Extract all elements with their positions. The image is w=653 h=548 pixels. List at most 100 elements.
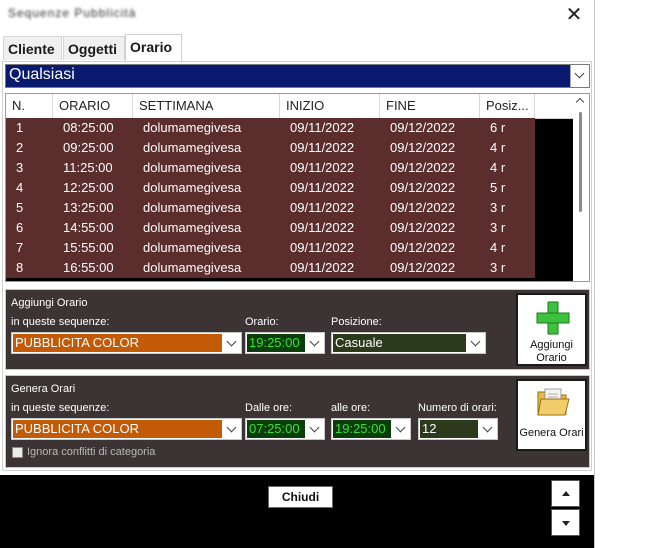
cell-settimana: dolumamegivesa	[143, 160, 242, 175]
cell-inizio: 09/11/2022	[290, 200, 355, 215]
column-header-posizione[interactable]: Posiz...	[480, 94, 535, 118]
cell-settimana: dolumamegivesa	[143, 240, 242, 255]
add-time-button-line2: Orario	[536, 352, 567, 364]
title-bar: Sequenze Pubblicità ✕	[0, 0, 594, 32]
table-row[interactable]: 5 13:25:00 dolumamegivesa 09/11/2022 09/12/2…	[6, 198, 535, 218]
generate-from-combo[interactable]: 07:25:00	[245, 418, 325, 440]
cell-n: 5	[16, 200, 24, 215]
cell-fine: 09/12/2022	[390, 200, 456, 215]
add-position-label: Posizione:	[331, 316, 382, 328]
cell-inizio: 09/11/2022	[290, 120, 355, 135]
cell-orario: 12:25:00	[63, 180, 114, 195]
schedule-table: N. ORARIO SETTIMANA INIZIO FINE Posiz...…	[5, 93, 590, 282]
chevron-down-icon	[309, 422, 320, 433]
generate-group-title: Genera Orari	[11, 383, 76, 395]
scroll-down-button[interactable]	[551, 509, 580, 536]
cell-posizione: 5 r	[490, 180, 506, 195]
scroll-up-button[interactable]	[551, 480, 580, 507]
table-row[interactable]: 1 08:25:00 dolumamegivesa 09/11/2022 09/12/2…	[6, 118, 535, 138]
cell-posizione: 3 r	[490, 220, 506, 235]
cell-fine: 09/12/2022	[390, 240, 456, 255]
cell-inizio: 09/11/2022	[290, 260, 355, 275]
generate-from-value: 07:25:00	[247, 420, 305, 438]
add-time-button-line1: Aggiungi	[530, 339, 573, 351]
cell-n: 3	[16, 160, 24, 175]
table-scrollbar[interactable]	[573, 94, 589, 281]
generate-from-dropdown[interactable]	[306, 419, 324, 439]
cell-settimana: dolumamegivesa	[143, 260, 242, 275]
add-time-value: 19:25:00	[247, 334, 305, 352]
cell-orario: 11:25:00	[63, 160, 113, 175]
cell-fine: 09/12/2022	[390, 180, 456, 195]
generate-sequences-label: in queste sequenze:	[11, 402, 110, 414]
cell-settimana: dolumamegivesa	[143, 140, 242, 155]
scroll-up-icon[interactable]	[575, 97, 585, 107]
table-row[interactable]: 8 16:55:00 dolumamegivesa 09/11/2022 09/12/2…	[6, 258, 535, 278]
table-row[interactable]: 7 15:55:00 dolumamegivesa 09/11/2022 09/12/2…	[6, 238, 535, 258]
cell-inizio: 09/11/2022	[290, 180, 355, 195]
column-header-inizio[interactable]: INIZIO	[280, 94, 380, 118]
generate-count-label: Numero di orari:	[418, 402, 497, 414]
cell-fine: 09/12/2022	[390, 140, 456, 155]
column-header-n[interactable]: N.	[6, 94, 53, 118]
ignore-conflicts-checkbox[interactable]	[12, 447, 23, 458]
generate-to-dropdown[interactable]	[392, 419, 410, 439]
cell-fine: 09/12/2022	[390, 260, 456, 275]
add-time-group: Aggiungi Orario in queste sequenze: Orar…	[5, 289, 590, 370]
filter-dropdown-button[interactable]	[570, 65, 589, 87]
generate-count-combo[interactable]: 12	[418, 418, 498, 440]
add-time-button[interactable]: Aggiungi Orario	[516, 293, 587, 366]
tab-strip: Cliente Oggetti Orario	[2, 34, 592, 62]
generate-sequence-value: PUBBLICITA COLOR	[13, 420, 222, 438]
triangle-down-icon	[562, 521, 570, 526]
column-header-settimana[interactable]: SETTIMANA	[133, 94, 280, 118]
cell-inizio: 09/11/2022	[290, 140, 355, 155]
ignore-conflicts-label: Ignora conflitti di categoria	[27, 446, 156, 458]
chevron-down-icon	[309, 336, 320, 347]
cell-fine: 09/12/2022	[390, 160, 456, 175]
generate-to-combo[interactable]: 19:25:00	[331, 418, 411, 440]
tab-oggetti[interactable]: Oggetti	[63, 36, 125, 60]
add-group-title: Aggiungi Orario	[11, 297, 88, 309]
generate-count-value: 12	[420, 420, 478, 438]
add-position-dropdown[interactable]	[467, 333, 485, 353]
generate-from-label: Dalle ore:	[245, 402, 293, 414]
scrollbar-thumb[interactable]	[579, 112, 582, 212]
tab-orario[interactable]: Orario	[125, 34, 182, 62]
table-row[interactable]: 3 11:25:00 dolumamegivesa 09/11/2022 09/12/2…	[6, 158, 535, 178]
chevron-down-icon	[482, 422, 493, 433]
add-time-combo[interactable]: 19:25:00	[245, 332, 325, 354]
generate-count-dropdown[interactable]	[479, 419, 497, 439]
add-sequence-dropdown[interactable]	[223, 333, 241, 353]
column-header-orario[interactable]: ORARIO	[53, 94, 133, 118]
chevron-down-icon	[574, 68, 585, 79]
table-row[interactable]: 4 12:25:00 dolumamegivesa 09/11/2022 09/12/2…	[6, 178, 535, 198]
table-row[interactable]: 6 14:55:00 dolumamegivesa 09/11/2022 09/12/2…	[6, 218, 535, 238]
generate-times-group: Genera Orari in queste sequenze: Dalle o…	[5, 375, 590, 468]
column-header-fine[interactable]: FINE	[380, 94, 480, 118]
generate-times-button[interactable]: Genera Orari	[516, 379, 587, 451]
cell-posizione: 6 r	[490, 120, 506, 135]
cell-orario: 08:25:00	[63, 120, 114, 135]
generate-sequence-combo[interactable]: PUBBLICITA COLOR	[11, 418, 242, 440]
generate-to-value: 19:25:00	[333, 420, 391, 438]
add-sequence-combo[interactable]: PUBBLICITA COLOR	[11, 332, 242, 354]
filter-combo[interactable]: Qualsiasi	[5, 64, 590, 88]
cell-posizione: 4 r	[490, 160, 506, 175]
cell-orario: 14:55:00	[63, 220, 114, 235]
chevron-down-icon	[226, 422, 237, 433]
cell-orario: 16:55:00	[63, 260, 114, 275]
chevron-down-icon	[226, 336, 237, 347]
table-row[interactable]: 2 09:25:00 dolumamegivesa 09/11/2022 09/12/2…	[6, 138, 535, 158]
filter-value: Qualsiasi	[9, 66, 75, 83]
close-button[interactable]: Chiudi	[268, 486, 333, 508]
cell-settimana: dolumamegivesa	[143, 220, 242, 235]
plus-icon	[536, 301, 570, 335]
add-position-combo[interactable]: Casuale	[331, 332, 486, 354]
chevron-down-icon	[470, 336, 481, 347]
generate-sequence-dropdown[interactable]	[223, 419, 241, 439]
close-icon[interactable]: ✕	[560, 3, 588, 29]
cell-posizione: 3 r	[490, 260, 506, 275]
tab-cliente[interactable]: Cliente	[3, 36, 62, 60]
add-time-dropdown[interactable]	[306, 333, 324, 353]
